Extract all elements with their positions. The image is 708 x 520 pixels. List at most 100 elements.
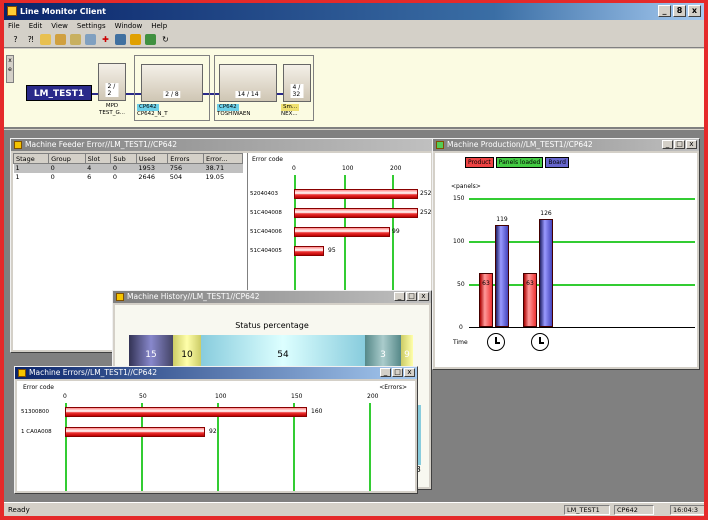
machine-4-name: NEX... [281, 111, 298, 117]
toolbar: ? ⁈ ✚ ↻ [4, 32, 704, 48]
window-controls: _ 8 x [658, 5, 701, 17]
machine-2-label: CP642 CP642_N_T [137, 104, 187, 118]
machine-1[interactable]: 2 / 2 [98, 63, 126, 101]
status-time: 16:04:3 [670, 505, 704, 515]
feeder-table: Stage Group Slot Sub Used Errors Error..… [13, 153, 244, 182]
history-title: Machine History//LM_TEST1//CP642 [127, 292, 260, 301]
feeder-error-titlebar[interactable]: Machine Feeder Error//LM_TEST1//CP642 [11, 139, 433, 151]
close-button[interactable]: x [418, 292, 429, 301]
close-button[interactable]: x [686, 140, 697, 149]
close-button[interactable]: x [688, 5, 701, 17]
status-bar: Ready LM_TEST1 CP642 16:04:3 [4, 502, 704, 516]
maximize-button[interactable]: □ [392, 368, 403, 377]
menu-window[interactable]: Window [115, 20, 143, 32]
close-button[interactable]: x [404, 368, 415, 377]
error-bar[interactable] [294, 246, 324, 256]
help-icon[interactable]: ? [10, 34, 21, 45]
error-bar[interactable] [294, 189, 418, 199]
column-header[interactable]: Errors [167, 153, 204, 164]
machine-group-3: 14 / 14 4 / 32 CP642 TOSHIWAEN Sm... NEX..… [214, 55, 314, 121]
tick-label: 200 [367, 393, 379, 400]
bar-row [65, 407, 309, 417]
chart-header: Error code [23, 384, 55, 391]
window-buttons: _ □ x [394, 292, 429, 301]
table-cell: 2646 [138, 173, 155, 181]
minimize-button[interactable]: _ [662, 140, 673, 149]
board-bar[interactable] [539, 219, 553, 327]
machine-1-label: MPD TEST_G... [94, 103, 130, 117]
error-code-label: 1 CA0A008 [21, 429, 52, 435]
bar-row [294, 189, 422, 199]
y-axis-label: <panels> [451, 183, 481, 190]
refresh-icon[interactable]: ↻ [160, 34, 171, 45]
tick-label: 100 [215, 393, 227, 400]
table-cell: 0 [48, 163, 86, 173]
machine-3-tag: CP642 [217, 104, 239, 111]
errors-titlebar[interactable]: Machine Errors//LM_TEST1//CP642 _ □ x [15, 367, 417, 379]
bar-row [294, 246, 328, 256]
menu-file[interactable]: File [8, 20, 20, 32]
open-icon[interactable] [40, 34, 51, 45]
machine-group-1: 2 / 2 MPD TEST_G... [94, 55, 130, 121]
bar-row [65, 427, 207, 437]
menu-edit[interactable]: Edit [29, 20, 43, 32]
machine-4[interactable]: 4 / 32 [283, 64, 311, 102]
maximize-button[interactable]: □ [406, 292, 417, 301]
column-header[interactable]: Used [135, 153, 169, 164]
history-titlebar[interactable]: Machine History//LM_TEST1//CP642 _ □ x [113, 291, 431, 303]
menu-view[interactable]: View [51, 20, 68, 32]
error-bar[interactable] [294, 227, 390, 237]
machine-2-name: CP642_N_T [137, 111, 168, 117]
window-icon [18, 369, 26, 377]
tree-icon[interactable] [145, 34, 156, 45]
production-titlebar[interactable]: Machine Production//LM_TEST1//CP642 _ □ x [433, 139, 699, 151]
table-row[interactable]: 1 0 4 0 1953 756 38.71 [13, 163, 243, 173]
edit-icon[interactable] [70, 34, 81, 45]
line-name-badge[interactable]: LM_TEST1 [26, 85, 92, 101]
menu-settings[interactable]: Settings [77, 20, 106, 32]
error-bar[interactable] [294, 208, 418, 218]
machine-4-count: 4 / 32 [290, 84, 304, 98]
line-panel-side-tab[interactable]: xe [6, 55, 14, 83]
app-title-bar: Line Monitor Client _ 8 x [4, 3, 704, 20]
grid-icon[interactable] [115, 34, 126, 45]
restore-button[interactable]: 8 [673, 5, 686, 17]
error-bar[interactable] [65, 407, 307, 417]
app-frame: Line Monitor Client _ 8 x File Edit View… [0, 0, 708, 520]
bar-value: 63 [526, 280, 534, 287]
window-buttons: _ □ x [662, 140, 697, 149]
feeder-error-title: Machine Feeder Error//LM_TEST1//CP642 [25, 140, 178, 149]
minimize-button[interactable]: _ [658, 5, 671, 17]
error-code-label: 51C404006 [250, 229, 282, 235]
table-row[interactable]: 1 0 6 0 2646 504 19.05 [14, 173, 243, 182]
table-cell: 38.71 [203, 163, 243, 173]
table-cell: 4 [85, 163, 111, 173]
column-header[interactable]: Slot [84, 153, 112, 164]
connect-icon[interactable] [85, 34, 96, 45]
error-bar[interactable] [65, 427, 205, 437]
menu-help[interactable]: Help [151, 20, 167, 32]
bar-value: 160 [311, 408, 323, 415]
save-icon[interactable] [55, 34, 66, 45]
column-header[interactable]: Stage [13, 153, 50, 164]
unit-label: <Errors> [379, 384, 407, 391]
column-header[interactable]: Sub [110, 153, 137, 164]
column-header[interactable]: Error... [202, 153, 244, 164]
tick-label: 200 [390, 165, 402, 172]
machine-3[interactable]: 14 / 14 [219, 64, 277, 102]
machine-3-label: CP642 TOSHIWAEN [217, 104, 267, 118]
pin-icon[interactable]: ✚ [100, 34, 111, 45]
minimize-button[interactable]: _ [380, 368, 391, 377]
machine-2[interactable]: 2 / 8 [141, 64, 203, 102]
maximize-button[interactable]: □ [674, 140, 685, 149]
chart-icon[interactable] [130, 34, 141, 45]
errors-title: Machine Errors//LM_TEST1//CP642 [29, 368, 157, 377]
feeder-header-row: Stage Group Slot Sub Used Errors Error..… [13, 153, 244, 164]
clock-icon [487, 333, 505, 351]
context-help-icon[interactable]: ⁈ [25, 34, 36, 45]
minimize-button[interactable]: _ [394, 292, 405, 301]
errors-window: Machine Errors//LM_TEST1//CP642 _ □ x Erro… [14, 366, 418, 494]
column-header[interactable]: Group [48, 153, 86, 164]
machine-3-name: TOSHIWAEN [217, 111, 251, 117]
board-bar[interactable] [495, 225, 509, 327]
